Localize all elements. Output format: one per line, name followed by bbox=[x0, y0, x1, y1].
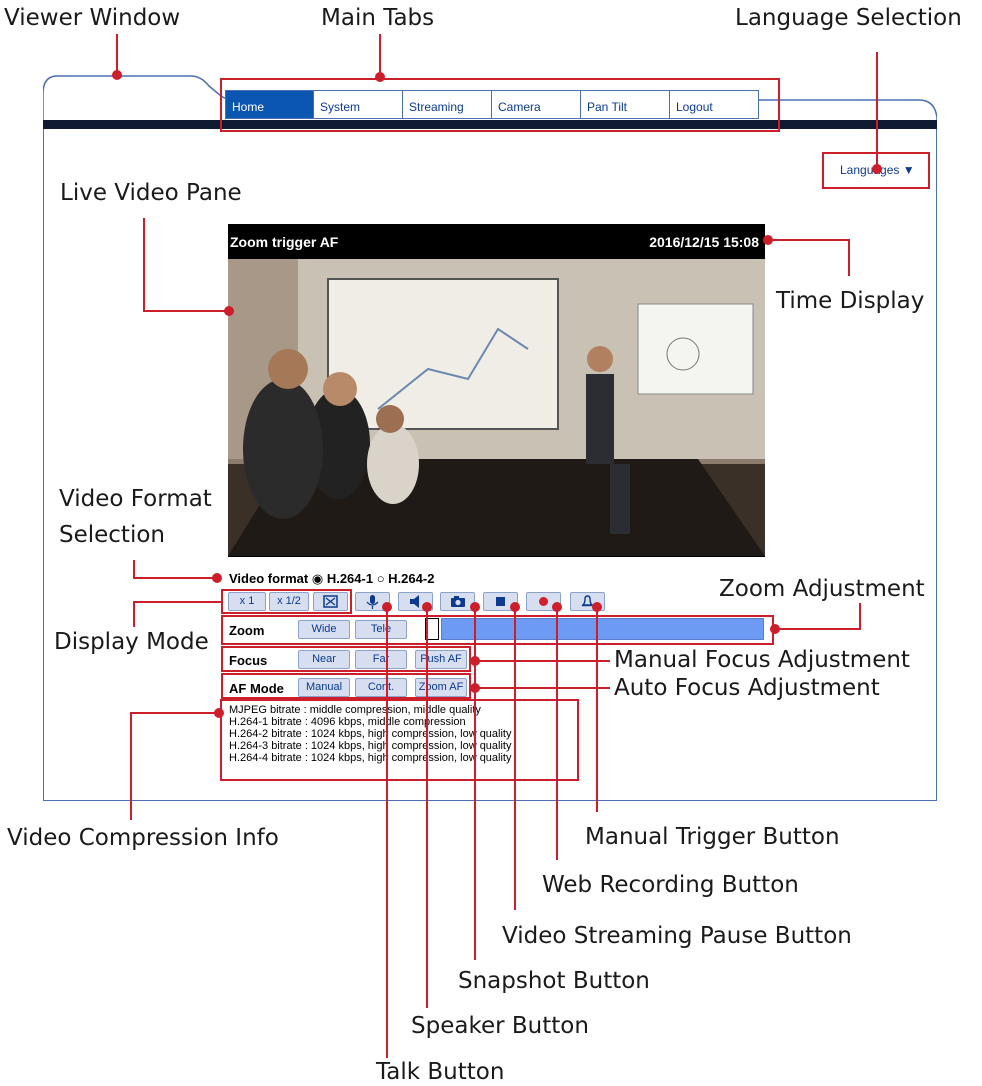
leader-dot bbox=[375, 72, 385, 82]
leader-line bbox=[475, 687, 610, 689]
callout-video-format-2: Selection bbox=[59, 522, 165, 548]
callout-web-recording: Web Recording Button bbox=[542, 872, 799, 898]
live-video-pane: Zoom trigger AF 2016/12/15 15:08 bbox=[228, 224, 765, 557]
callout-video-format-1: Video Format bbox=[59, 486, 212, 512]
leader-line bbox=[386, 606, 388, 1058]
leader-line bbox=[774, 628, 861, 630]
leader-dot bbox=[763, 235, 773, 245]
live-video-image bbox=[228, 259, 765, 556]
main-tabs-highlight bbox=[220, 78, 780, 132]
time-display: 2016/12/15 15:08 bbox=[649, 233, 759, 250]
leader-line bbox=[556, 606, 558, 860]
leader-dot bbox=[382, 602, 392, 612]
callout-manual-focus: Manual Focus Adjustment bbox=[614, 647, 910, 673]
callout-speaker: Speaker Button bbox=[411, 1013, 589, 1039]
radio-h264-1[interactable]: ◉ bbox=[312, 571, 323, 586]
callout-language-selection: Language Selection bbox=[735, 5, 962, 31]
leader-dot bbox=[422, 602, 432, 612]
leader-line bbox=[514, 606, 516, 910]
video-caption-bar: Zoom trigger AF 2016/12/15 15:08 bbox=[228, 224, 765, 259]
compression-info-highlight bbox=[220, 699, 579, 781]
callout-time-display: Time Display bbox=[776, 288, 925, 314]
callout-talk: Talk Button bbox=[376, 1059, 505, 1085]
video-title: Zoom trigger AF bbox=[230, 233, 339, 250]
leader-dot bbox=[872, 164, 882, 174]
leader-line bbox=[133, 601, 221, 603]
leader-dot bbox=[592, 602, 602, 612]
video-format-label: Video format bbox=[229, 571, 309, 586]
leader-line bbox=[426, 606, 428, 1008]
leader-dot bbox=[510, 602, 520, 612]
display-mode-highlight bbox=[221, 589, 352, 614]
leader-line bbox=[143, 218, 145, 312]
leader-line bbox=[876, 52, 878, 168]
video-format-selector: Video format ◉ H.264-1 ○ H.264-2 bbox=[229, 571, 434, 587]
leader-line bbox=[848, 239, 850, 276]
leader-dot bbox=[212, 573, 222, 583]
callout-compression-info: Video Compression Info bbox=[7, 825, 279, 851]
callout-display-mode: Display Mode bbox=[54, 629, 209, 655]
leader-dot bbox=[770, 624, 780, 634]
callout-zoom-adjustment: Zoom Adjustment bbox=[719, 576, 925, 602]
callout-live-video-pane: Live Video Pane bbox=[60, 180, 242, 206]
leader-line bbox=[130, 712, 222, 714]
callout-pause: Video Streaming Pause Button bbox=[502, 923, 852, 949]
callout-viewer-window: Viewer Window bbox=[4, 5, 181, 31]
leader-line bbox=[859, 603, 861, 630]
leader-dot bbox=[552, 602, 562, 612]
auto-focus-highlight bbox=[221, 673, 471, 699]
leader-line bbox=[596, 606, 598, 812]
leader-line bbox=[133, 601, 135, 627]
leader-line bbox=[768, 239, 850, 241]
leader-dot bbox=[470, 602, 480, 612]
callout-main-tabs: Main Tabs bbox=[321, 5, 435, 31]
leader-line bbox=[143, 310, 229, 312]
leader-line bbox=[133, 577, 217, 579]
option-h264-2[interactable]: H.264-2 bbox=[388, 571, 434, 586]
manual-focus-highlight bbox=[221, 646, 471, 672]
radio-h264-2[interactable]: ○ bbox=[377, 571, 385, 586]
leader-line bbox=[130, 712, 132, 820]
zoom-adjustment-highlight bbox=[221, 615, 774, 645]
leader-line bbox=[116, 34, 118, 74]
callout-manual-trigger: Manual Trigger Button bbox=[585, 824, 840, 850]
leader-line bbox=[475, 660, 610, 662]
callout-snapshot: Snapshot Button bbox=[458, 968, 650, 994]
option-h264-1[interactable]: H.264-1 bbox=[327, 571, 373, 586]
leader-dot bbox=[224, 306, 234, 316]
leader-line bbox=[474, 606, 476, 960]
leader-dot bbox=[112, 70, 122, 80]
leader-dot bbox=[214, 708, 224, 718]
callout-auto-focus: Auto Focus Adjustment bbox=[614, 675, 880, 701]
